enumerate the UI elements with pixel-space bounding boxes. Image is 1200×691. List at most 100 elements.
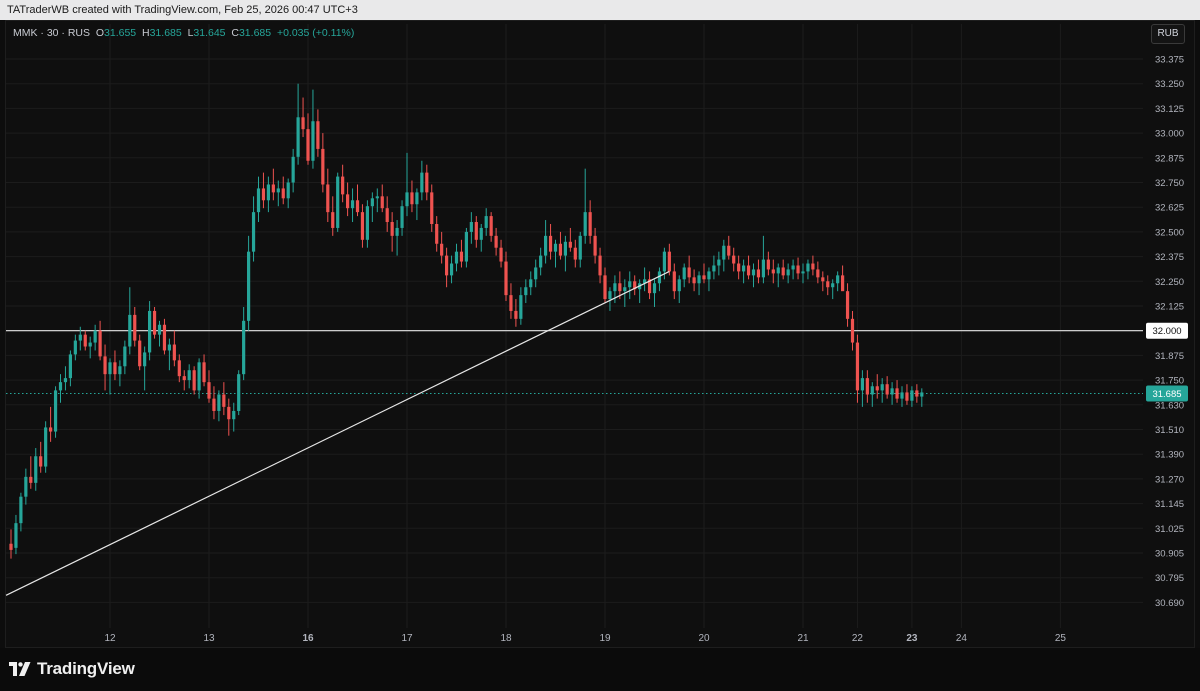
candle bbox=[187, 364, 191, 389]
candle-body bbox=[524, 287, 528, 296]
candle-body bbox=[529, 279, 533, 288]
chart-grid bbox=[6, 24, 1143, 628]
candle-body bbox=[568, 241, 572, 248]
candle-body bbox=[415, 192, 419, 205]
candle-body bbox=[93, 330, 97, 343]
candle-body bbox=[667, 251, 671, 272]
candle bbox=[202, 354, 206, 387]
candle-body bbox=[435, 223, 439, 244]
candle bbox=[435, 216, 439, 252]
candle-body bbox=[509, 295, 513, 311]
candle-body bbox=[202, 362, 206, 383]
candle bbox=[336, 172, 340, 232]
price-tick-label: 32.750 bbox=[1155, 178, 1184, 189]
level-price-label: 32.000 bbox=[1146, 322, 1188, 339]
candle bbox=[697, 271, 701, 296]
candle bbox=[247, 235, 251, 331]
candle-body bbox=[885, 384, 889, 395]
candle-body bbox=[816, 269, 820, 278]
candle-body bbox=[440, 243, 444, 256]
candle bbox=[548, 223, 553, 260]
candle bbox=[341, 164, 345, 203]
candle bbox=[469, 212, 473, 244]
candle-body bbox=[73, 340, 77, 355]
candle bbox=[786, 263, 790, 284]
candle-body bbox=[227, 406, 231, 420]
candle bbox=[811, 255, 815, 276]
candle bbox=[380, 184, 384, 213]
candle bbox=[791, 259, 795, 280]
candle bbox=[682, 263, 686, 288]
candle bbox=[29, 456, 33, 489]
candle bbox=[128, 287, 132, 355]
candle-body bbox=[836, 275, 840, 284]
candle bbox=[643, 267, 647, 292]
candle-body bbox=[677, 279, 681, 292]
candle-body bbox=[321, 148, 325, 185]
candle bbox=[58, 374, 63, 403]
candle-body bbox=[316, 121, 320, 149]
candle-body bbox=[737, 263, 741, 272]
candle-body bbox=[172, 344, 176, 361]
candle bbox=[93, 324, 97, 351]
candle-body bbox=[771, 269, 775, 274]
candle bbox=[712, 255, 716, 280]
candle bbox=[197, 358, 201, 399]
candle-body bbox=[558, 243, 563, 256]
candle bbox=[108, 358, 112, 395]
candle-body bbox=[128, 314, 132, 347]
candle-body bbox=[603, 275, 607, 300]
candle bbox=[459, 239, 464, 268]
candle-body bbox=[390, 222, 394, 236]
price-tick-label: 33.250 bbox=[1155, 79, 1184, 90]
currency-button[interactable]: RUB bbox=[1151, 24, 1185, 44]
time-tick-label: 12 bbox=[104, 633, 116, 644]
footer-bar bbox=[0, 648, 1200, 691]
candle bbox=[860, 370, 864, 407]
candle bbox=[479, 223, 483, 252]
candle-body bbox=[742, 265, 746, 272]
candle-body bbox=[291, 156, 295, 183]
time-tick-label: 18 bbox=[500, 633, 512, 644]
candle bbox=[326, 168, 330, 223]
candle-body bbox=[841, 275, 845, 292]
candle-body bbox=[732, 255, 736, 264]
candle bbox=[321, 133, 325, 193]
candle-body bbox=[821, 277, 825, 282]
candle-body bbox=[449, 263, 454, 276]
candle-body bbox=[454, 251, 459, 264]
candle bbox=[603, 267, 607, 304]
candle bbox=[845, 283, 850, 327]
price-chart[interactable]: 33.375 33.250 33.125 33.000 32.875 32.750 32.6… bbox=[0, 0, 1200, 691]
candle bbox=[68, 350, 72, 387]
candle-body bbox=[63, 378, 68, 383]
candle bbox=[816, 261, 820, 284]
candle bbox=[717, 251, 721, 276]
candle-body bbox=[608, 291, 612, 300]
price-tick-label: 31.270 bbox=[1155, 474, 1184, 485]
candle bbox=[890, 382, 894, 405]
candle bbox=[766, 251, 770, 276]
candle bbox=[677, 275, 681, 304]
candle bbox=[850, 310, 855, 351]
candle bbox=[514, 299, 518, 327]
candle bbox=[751, 263, 756, 288]
candle-body bbox=[588, 212, 592, 236]
candle bbox=[138, 334, 142, 371]
candle-body bbox=[34, 456, 38, 483]
candle bbox=[895, 380, 899, 403]
time-tick-label: 20 bbox=[698, 633, 710, 644]
tradingview-logo[interactable]: TradingView bbox=[9, 658, 135, 680]
candle bbox=[633, 275, 637, 296]
legend-close-value: 31.685 bbox=[238, 27, 272, 39]
candle-body bbox=[217, 394, 221, 411]
candle bbox=[870, 382, 874, 407]
candle bbox=[657, 267, 662, 292]
candle-body bbox=[895, 388, 899, 399]
candle-body bbox=[727, 245, 731, 256]
candle bbox=[118, 360, 122, 387]
candle-body bbox=[860, 378, 864, 391]
candle-body bbox=[157, 324, 162, 335]
candle bbox=[672, 263, 676, 300]
candle bbox=[692, 269, 696, 292]
